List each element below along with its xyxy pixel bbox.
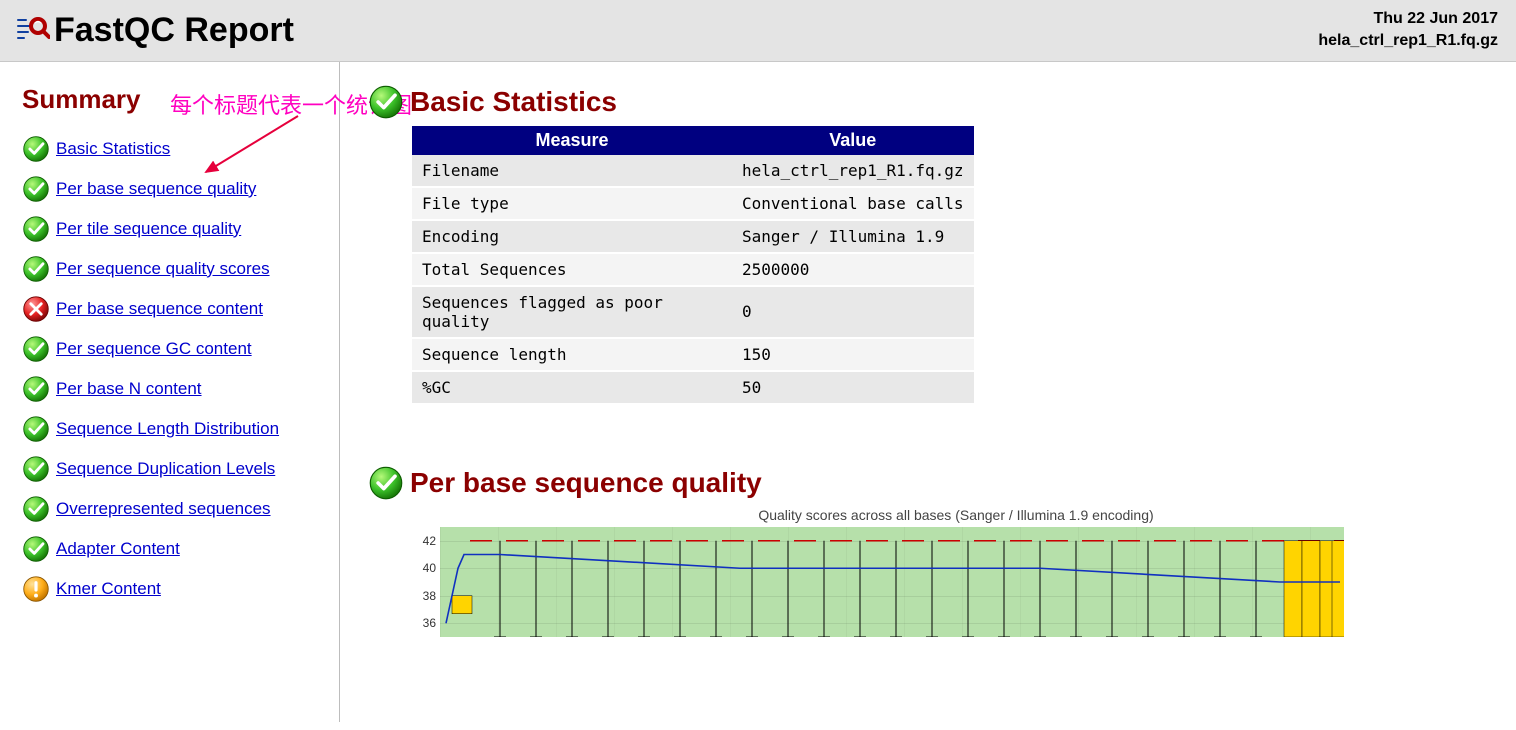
- module-title: Per base sequence quality: [410, 467, 762, 499]
- table-row: Total Sequences2500000: [412, 253, 974, 286]
- col-measure: Measure: [412, 126, 732, 155]
- summary-link[interactable]: Per base sequence content: [56, 299, 263, 319]
- table-row: File typeConventional base calls: [412, 187, 974, 220]
- tick-icon: [22, 175, 50, 203]
- module-title: Basic Statistics: [410, 86, 617, 118]
- summary-item: Per sequence GC content: [22, 335, 321, 363]
- cell-measure: Sequences flagged as poor quality: [412, 286, 732, 338]
- fastqc-logo-icon: [14, 12, 50, 48]
- cell-value: Conventional base calls: [732, 187, 974, 220]
- cell-measure: File type: [412, 187, 732, 220]
- cell-value: Sanger / Illumina 1.9: [732, 220, 974, 253]
- tick-icon: [22, 495, 50, 523]
- summary-heading: Summary: [22, 84, 321, 115]
- table-row: %GC50: [412, 371, 974, 404]
- summary-link[interactable]: Per base N content: [56, 379, 202, 399]
- module-per-base-quality: Per base sequence quality Quality scores…: [368, 465, 1498, 637]
- summary-item: Per tile sequence quality: [22, 215, 321, 243]
- cell-measure: Total Sequences: [412, 253, 732, 286]
- tick-icon: [22, 335, 50, 363]
- summary-link[interactable]: Per sequence quality scores: [56, 259, 270, 279]
- summary-link[interactable]: Per base sequence quality: [56, 179, 256, 199]
- summary-link[interactable]: Sequence Length Distribution: [56, 419, 279, 439]
- page-header: FastQC Report Thu 22 Jun 2017 hela_ctrl_…: [0, 0, 1516, 62]
- summary-item: Per base sequence content: [22, 295, 321, 323]
- summary-link[interactable]: Kmer Content: [56, 579, 161, 599]
- tick-icon: [368, 465, 404, 501]
- summary-sidebar: Summary Basic Statistics Per base sequenc…: [0, 62, 340, 722]
- cell-value: 50: [732, 371, 974, 404]
- summary-link[interactable]: Sequence Duplication Levels: [56, 459, 275, 479]
- table-row: EncodingSanger / Illumina 1.9: [412, 220, 974, 253]
- cell-measure: Filename: [412, 155, 732, 187]
- summary-item: Per sequence quality scores: [22, 255, 321, 283]
- summary-item: Per base sequence quality: [22, 175, 321, 203]
- chart-title: Quality scores across all bases (Sanger …: [414, 507, 1498, 523]
- summary-item: Overrepresented sequences: [22, 495, 321, 523]
- report-date: Thu 22 Jun 2017: [1318, 8, 1498, 30]
- main-content: Basic Statistics Measure Value Filenameh…: [340, 62, 1516, 722]
- cell-value: hela_ctrl_rep1_R1.fq.gz: [732, 155, 974, 187]
- tick-icon: [22, 535, 50, 563]
- summary-link[interactable]: Overrepresented sequences: [56, 499, 271, 519]
- summary-link[interactable]: Per sequence GC content: [56, 339, 252, 359]
- summary-item: Sequence Duplication Levels: [22, 455, 321, 483]
- cell-value: 0: [732, 286, 974, 338]
- table-row: Sequences flagged as poor quality0: [412, 286, 974, 338]
- tick-icon: [22, 215, 50, 243]
- summary-link[interactable]: Adapter Content: [56, 539, 180, 559]
- tick-icon: [22, 415, 50, 443]
- warning-icon: [22, 575, 50, 603]
- tick-icon: [22, 255, 50, 283]
- module-basic-statistics: Basic Statistics Measure Value Filenameh…: [368, 84, 1498, 405]
- summary-link[interactable]: Basic Statistics: [56, 139, 170, 159]
- summary-item: Adapter Content: [22, 535, 321, 563]
- summary-link[interactable]: Per tile sequence quality: [56, 219, 241, 239]
- cell-measure: Encoding: [412, 220, 732, 253]
- col-value: Value: [732, 126, 974, 155]
- report-filename: hela_ctrl_rep1_R1.fq.gz: [1318, 30, 1498, 52]
- page-title: FastQC Report: [54, 11, 294, 50]
- cell-measure: Sequence length: [412, 338, 732, 371]
- table-row: Sequence length150: [412, 338, 974, 371]
- basic-stats-table: Measure Value Filenamehela_ctrl_rep1_R1.…: [412, 126, 974, 405]
- tick-icon: [22, 375, 50, 403]
- summary-item: Sequence Length Distribution: [22, 415, 321, 443]
- cell-value: 2500000: [732, 253, 974, 286]
- summary-item: Per base N content: [22, 375, 321, 403]
- cross-icon: [22, 295, 50, 323]
- table-row: Filenamehela_ctrl_rep1_R1.fq.gz: [412, 155, 974, 187]
- cell-value: 150: [732, 338, 974, 371]
- cell-measure: %GC: [412, 371, 732, 404]
- summary-item: Basic Statistics: [22, 135, 321, 163]
- quality-chart: 36384042: [414, 527, 1344, 637]
- tick-icon: [22, 135, 50, 163]
- tick-icon: [22, 455, 50, 483]
- tick-icon: [368, 84, 404, 120]
- summary-item: Kmer Content: [22, 575, 321, 603]
